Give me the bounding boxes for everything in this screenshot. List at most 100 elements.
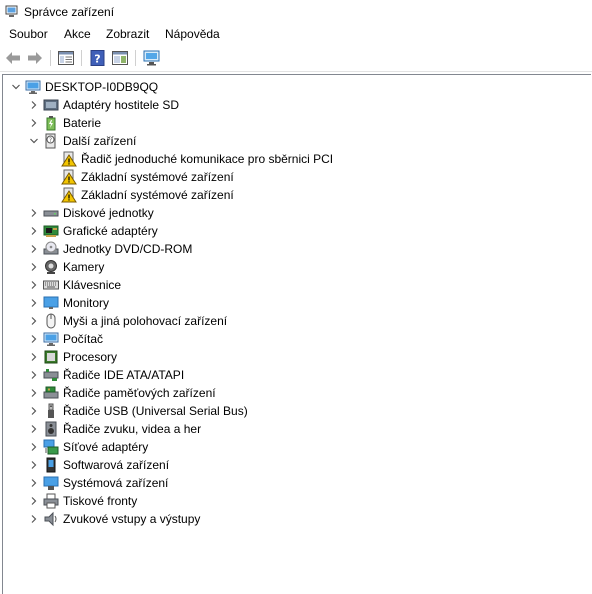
toolbar-separator: [50, 50, 51, 66]
expander-toggle[interactable]: [29, 406, 39, 416]
forward-button[interactable]: [26, 49, 44, 67]
expander-toggle[interactable]: [29, 226, 39, 236]
expander-toggle[interactable]: [29, 370, 39, 380]
tree-category[interactable]: Baterie: [3, 114, 589, 132]
tree-item-label: Tiskové fronty: [63, 494, 138, 508]
toolbar: ?: [0, 45, 592, 72]
chevron-right-icon: [31, 299, 37, 307]
expander-toggle[interactable]: [29, 262, 39, 272]
tree-item-label: Diskové jednotky: [63, 206, 154, 220]
menu-napoveda[interactable]: Nápověda: [165, 27, 220, 41]
expander-toggle[interactable]: [29, 388, 39, 398]
properties-icon: [112, 51, 128, 65]
battery-icon: [43, 115, 59, 131]
menu-soubor[interactable]: Soubor: [9, 27, 48, 41]
expander-toggle[interactable]: [29, 118, 39, 128]
expander-toggle[interactable]: [29, 334, 39, 344]
tree-item-label: Adaptéry hostitele SD: [63, 98, 180, 112]
expander-toggle[interactable]: [29, 442, 39, 452]
chevron-right-icon: [31, 443, 37, 451]
expander-toggle[interactable]: [29, 316, 39, 326]
mouse-icon: [43, 313, 59, 329]
tree-category[interactable]: Síťové adaptéry: [3, 438, 589, 456]
expander-toggle[interactable]: [29, 424, 39, 434]
chevron-right-icon: [31, 335, 37, 343]
tree-item-label: Kamery: [63, 260, 105, 274]
expander-toggle[interactable]: [29, 280, 39, 290]
tree-item-label: Zvukové vstupy a výstupy: [63, 512, 201, 526]
chevron-down-icon: [12, 84, 20, 90]
expander-toggle[interactable]: [29, 208, 39, 218]
svg-text:?: ?: [49, 137, 52, 144]
expander-toggle[interactable]: [29, 478, 39, 488]
computer-icon: [25, 79, 41, 95]
tree-category[interactable]: Počítač: [3, 330, 589, 348]
expander-toggle[interactable]: [29, 460, 39, 470]
disk-drive-icon: [43, 205, 59, 221]
tree-item-label: Monitory: [63, 296, 110, 310]
tree-item-label: Řadiče paměťových zařízení: [63, 386, 216, 400]
tree-category[interactable]: ? Další zařízení: [3, 132, 589, 150]
expander-toggle[interactable]: [29, 244, 39, 254]
tree-category[interactable]: Tiskové fronty: [3, 492, 589, 510]
expander-toggle[interactable]: [29, 136, 39, 146]
sd-host-adapter-icon: [43, 97, 59, 113]
tree-category[interactable]: Diskové jednotky: [3, 204, 589, 222]
expander-toggle[interactable]: [29, 352, 39, 362]
expander-toggle[interactable]: [29, 100, 39, 110]
toolbar-separator: [135, 50, 136, 66]
tree-item-label: Počítač: [63, 332, 104, 346]
back-button[interactable]: [4, 49, 22, 67]
help-button[interactable]: ?: [89, 49, 107, 67]
tree-category[interactable]: Systémová zařízení: [3, 474, 589, 492]
chevron-right-icon: [31, 461, 37, 469]
tree-category[interactable]: Softwarová zařízení: [3, 456, 589, 474]
toolbar-separator: [81, 50, 82, 66]
tree-category[interactable]: Zvukové vstupy a výstupy: [3, 510, 589, 528]
chevron-right-icon: [31, 317, 37, 325]
tree-category[interactable]: Kamery: [3, 258, 589, 276]
tree-category[interactable]: Adaptéry hostitele SD: [3, 96, 589, 114]
help-icon: ?: [90, 50, 105, 66]
expander-toggle[interactable]: [11, 82, 21, 92]
tree-category[interactable]: Řadiče IDE ATA/ATAPI: [3, 366, 589, 384]
tree-category[interactable]: Monitory: [3, 294, 589, 312]
tree-device[interactable]: Základní systémové zařízení: [3, 168, 589, 186]
show-hide-console-tree-button[interactable]: [57, 49, 75, 67]
expander-toggle[interactable]: [29, 496, 39, 506]
expander-toggle[interactable]: [29, 514, 39, 524]
software-device-icon: [43, 457, 59, 473]
tree-root-computer[interactable]: DESKTOP-I0DB9QQ: [3, 78, 589, 96]
properties-button[interactable]: [111, 49, 129, 67]
expander-toggle[interactable]: [29, 298, 39, 308]
tree-category[interactable]: Procesory: [3, 348, 589, 366]
menu-zobrazit[interactable]: Zobrazit: [106, 27, 149, 41]
tree-category[interactable]: Jednotky DVD/CD-ROM: [3, 240, 589, 258]
tree-item-label: Grafické adaptéry: [63, 224, 158, 238]
dvd-drive-icon: [43, 241, 59, 257]
tree-category[interactable]: Grafické adaptéry: [3, 222, 589, 240]
menu-akce[interactable]: Akce: [64, 27, 91, 41]
tree-category[interactable]: Klávesnice: [3, 276, 589, 294]
audio-io-icon: [43, 511, 59, 527]
scan-hardware-button[interactable]: [143, 49, 161, 67]
device-tree[interactable]: DESKTOP-I0DB9QQ Adaptéry hostitele SD Bate…: [2, 74, 591, 594]
chevron-right-icon: [31, 497, 37, 505]
tree-device[interactable]: Základní systémové zařízení: [3, 186, 589, 204]
tree-device[interactable]: Řadič jednoduché komunikace pro sběrnici…: [3, 150, 589, 168]
ide-controller-icon: [43, 367, 59, 383]
chevron-right-icon: [31, 425, 37, 433]
chevron-right-icon: [31, 245, 37, 253]
tree-category[interactable]: Řadiče paměťových zařízení: [3, 384, 589, 402]
tree-item-label: Řadiče IDE ATA/ATAPI: [63, 368, 185, 382]
tree-category[interactable]: Řadiče zvuku, videa a her: [3, 420, 589, 438]
chevron-right-icon: [31, 209, 37, 217]
chevron-right-icon: [31, 101, 37, 109]
chevron-right-icon: [31, 407, 37, 415]
display-adapter-icon: [43, 223, 59, 239]
tree-category[interactable]: Řadiče USB (Universal Serial Bus): [3, 402, 589, 420]
tree-item-label: Myši a jiná polohovací zařízení: [63, 314, 228, 328]
tree-item-label: Procesory: [63, 350, 118, 364]
processor-icon: [43, 349, 59, 365]
tree-category[interactable]: Myši a jiná polohovací zařízení: [3, 312, 589, 330]
